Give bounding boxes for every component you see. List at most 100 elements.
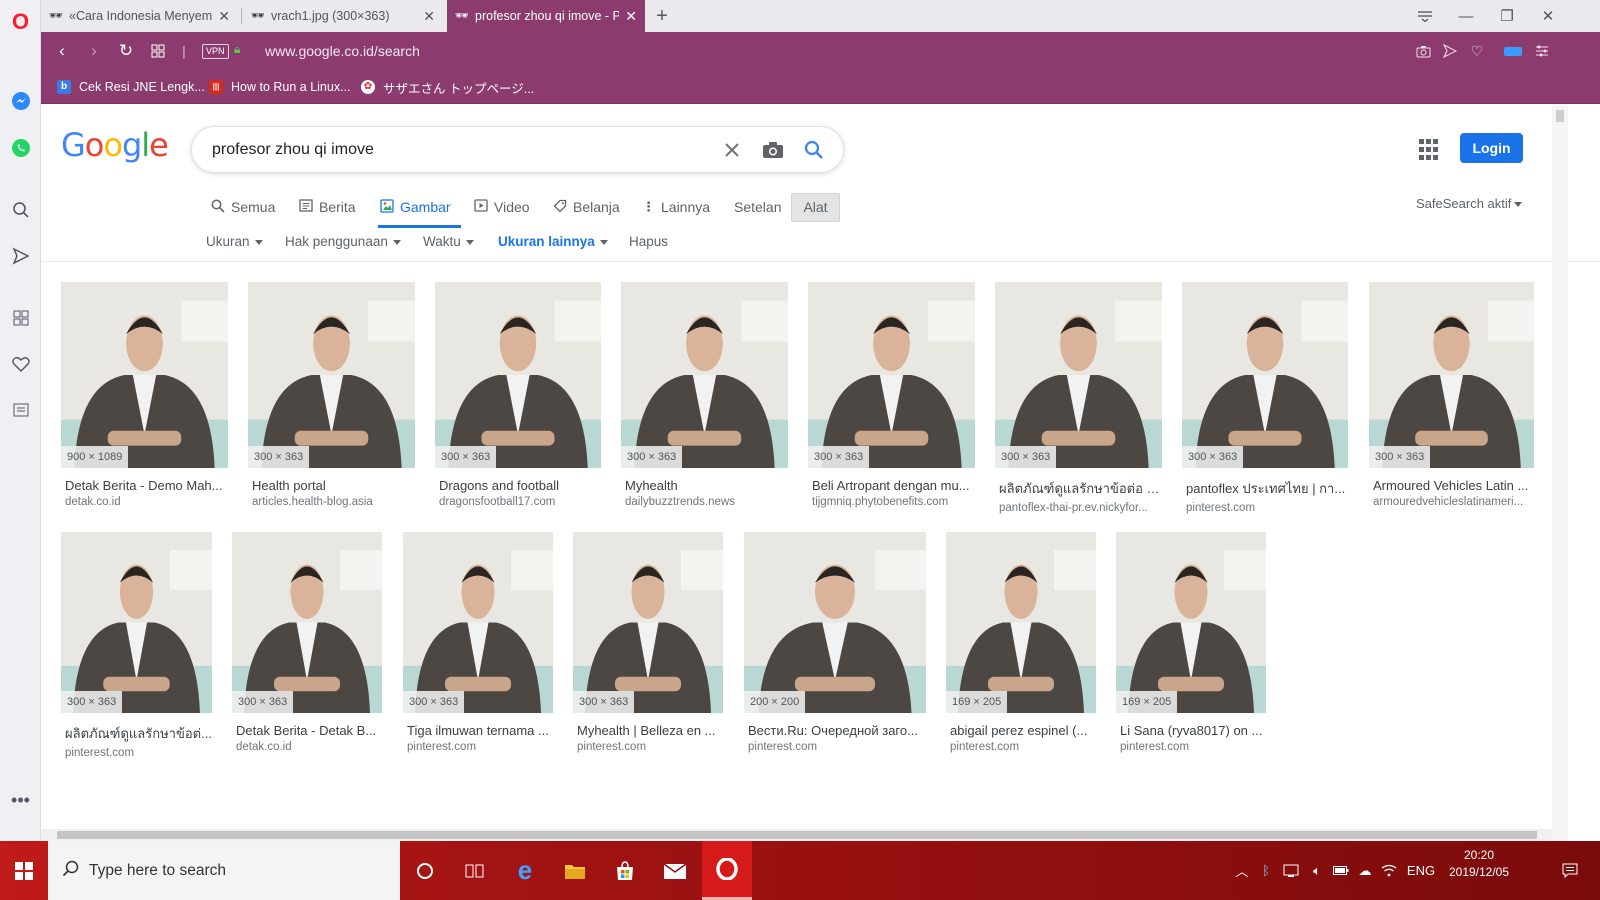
clear-filters-link[interactable]: Hapus — [629, 234, 668, 252]
result-source[interactable]: pinterest.com — [1116, 741, 1266, 753]
browser-tab-active[interactable]: 🕶︎ profesor zhou qi imove - Pe ✕ — [447, 0, 645, 32]
scrollbar-thumb[interactable] — [57, 831, 1537, 839]
result-source[interactable]: armouredvehicleslatinameri... — [1369, 496, 1534, 508]
filter-size[interactable]: Ukuran — [206, 234, 263, 252]
result-thumbnail[interactable]: 200 × 200 — [744, 532, 926, 713]
image-result[interactable]: 300 × 363 ผลิตภัณฑ์ดูแลรักษาข้อต่อ P... pa… — [995, 282, 1162, 514]
close-icon[interactable]: ✕ — [625, 8, 637, 25]
result-title[interactable]: Health portal — [248, 478, 415, 493]
tab-shopping[interactable]: Belanja — [553, 190, 620, 224]
browser-tab[interactable]: 🕶︎ vrach1.jpg (300×363) ✕ — [243, 0, 443, 32]
task-view-icon[interactable] — [450, 841, 500, 900]
close-icon[interactable]: ✕ — [218, 8, 230, 25]
edge-icon[interactable]: e — [500, 841, 550, 900]
cortana-icon[interactable] — [400, 841, 450, 900]
google-logo[interactable]: Google — [61, 126, 169, 164]
result-source[interactable]: detak.co.id — [61, 496, 228, 508]
clear-icon[interactable] — [716, 127, 748, 172]
bluetooth-icon[interactable]: ᛒ — [1256, 841, 1276, 900]
result-source[interactable]: detak.co.id — [232, 741, 382, 753]
vertical-scrollbar[interactable] — [1552, 104, 1568, 841]
result-title[interactable]: Detak Berita - Demo Mah... — [61, 478, 228, 493]
opera-taskbar-icon[interactable] — [702, 841, 752, 900]
minimize-button[interactable]: — — [1446, 0, 1486, 32]
image-result[interactable]: 169 × 205 abigail perez espinel (... pinte… — [946, 532, 1096, 753]
scrollbar-thumb[interactable] — [1556, 110, 1564, 122]
bookmark-item[interactable]: b Cek Resi JNE Lengk... — [57, 70, 205, 104]
result-source[interactable]: pinterest.com — [573, 741, 723, 753]
result-title[interactable]: Tiga ilmuwan ternama ... — [403, 723, 553, 738]
tab-all[interactable]: Semua — [211, 190, 275, 224]
result-thumbnail[interactable]: 900 × 1089 — [61, 282, 228, 468]
image-result[interactable]: 300 × 363 ผลิตภัณฑ์ดูแลรักษาข้อต่... pinte… — [61, 532, 212, 759]
result-source[interactable]: articles.health-blog.asia — [248, 496, 415, 508]
vpn-badge[interactable]: VPN — [202, 44, 229, 59]
onedrive-icon[interactable]: ☁︎ — [1354, 841, 1376, 900]
result-thumbnail[interactable]: 169 × 205 — [946, 532, 1096, 713]
messenger-icon[interactable] — [0, 86, 41, 116]
filter-usage-rights[interactable]: Hak penggunaan — [285, 234, 401, 252]
result-title[interactable]: abigail perez espinel (... — [946, 723, 1096, 738]
easy-setup-icon[interactable] — [1529, 32, 1555, 70]
speaker-icon[interactable]: 🔈︎ — [1306, 841, 1328, 900]
image-result[interactable]: 300 × 363 Myhealth dailybuzztrends.news — [621, 282, 788, 508]
news-icon[interactable] — [0, 395, 41, 425]
wifi-icon[interactable] — [1378, 841, 1400, 900]
image-result[interactable]: 300 × 363 pantoflex ประเทศไทย | กา... pint… — [1182, 282, 1348, 514]
lock-icon[interactable]: 🔒︎ — [234, 42, 240, 57]
network-device-icon[interactable] — [1280, 841, 1302, 900]
store-icon[interactable] — [600, 841, 650, 900]
search-input[interactable]: profesor zhou qi imove — [212, 127, 374, 172]
search-icon[interactable] — [798, 127, 830, 172]
reload-icon[interactable]: ↻ — [111, 32, 141, 70]
filter-more-sizes[interactable]: Ukuran lainnya — [498, 234, 608, 252]
language-indicator[interactable]: ENG — [1404, 841, 1438, 900]
bookmark-item[interactable]: ||| How to Run a Linux... — [209, 70, 351, 104]
image-result[interactable]: 300 × 363 Dragons and football dragonsfoot… — [435, 282, 601, 508]
horizontal-scrollbar[interactable] — [41, 829, 1552, 841]
result-title[interactable]: Armoured Vehicles Latin ... — [1369, 478, 1534, 493]
result-source[interactable]: dragonsfootball17.com — [435, 496, 601, 508]
speed-dial-icon[interactable] — [0, 303, 41, 333]
result-thumbnail[interactable]: 300 × 363 — [995, 282, 1162, 468]
opera-menu-icon[interactable]: O — [0, 7, 41, 37]
image-result[interactable]: 300 × 363 Beli Artropant dengan mu... tijg… — [808, 282, 975, 508]
battery-saver-icon[interactable] — [1500, 32, 1526, 70]
result-title[interactable]: Вести.Ru: Очередной заго... — [744, 723, 926, 738]
safesearch-dropdown[interactable]: SafeSearch aktif — [1416, 196, 1523, 211]
mail-icon[interactable] — [650, 841, 700, 900]
image-result[interactable]: 300 × 363 Health portal articles.health-bl… — [248, 282, 415, 508]
file-explorer-icon[interactable] — [550, 841, 600, 900]
filter-time[interactable]: Waktu — [423, 234, 474, 252]
send-icon[interactable] — [0, 241, 41, 271]
settings-link[interactable]: Setelan — [734, 190, 781, 224]
result-title[interactable]: Dragons and football — [435, 478, 601, 493]
result-title[interactable]: Myhealth | Belleza en ... — [573, 723, 723, 738]
tab-menu-icon[interactable] — [1405, 0, 1445, 32]
notifications-icon[interactable] — [1556, 841, 1584, 900]
result-title[interactable]: Detak Berita - Detak B... — [232, 723, 382, 738]
result-title[interactable]: Li Sana (ryva8017) on ... — [1116, 723, 1266, 738]
battery-icon[interactable] — [1330, 841, 1352, 900]
result-thumbnail[interactable]: 300 × 363 — [61, 532, 212, 713]
login-button[interactable]: Login — [1460, 133, 1523, 163]
restore-button[interactable]: ❐ — [1487, 0, 1527, 32]
image-result[interactable]: 300 × 363 Detak Berita - Detak B... detak.… — [232, 532, 382, 753]
result-source[interactable]: pinterest.com — [403, 741, 553, 753]
tab-video[interactable]: Video — [474, 190, 530, 224]
close-icon[interactable]: ✕ — [423, 8, 435, 25]
result-thumbnail[interactable]: 300 × 363 — [232, 532, 382, 713]
result-source[interactable]: pinterest.com — [946, 741, 1096, 753]
tab-images[interactable]: Gambar — [380, 190, 451, 224]
result-thumbnail[interactable]: 300 × 363 — [1369, 282, 1534, 468]
chevron-up-icon[interactable]: ︿ — [1232, 841, 1252, 900]
tools-button[interactable]: Alat — [791, 193, 840, 222]
clock[interactable]: 20:20 2019/12/05 — [1440, 847, 1518, 881]
result-source[interactable]: pinterest.com — [61, 747, 212, 759]
new-tab-button[interactable]: + — [647, 0, 677, 32]
result-source[interactable]: tijgmniq.phytobenefits.com — [808, 496, 975, 508]
result-thumbnail[interactable]: 300 × 363 — [808, 282, 975, 468]
result-thumbnail[interactable]: 300 × 363 — [573, 532, 723, 713]
result-thumbnail[interactable]: 300 × 363 — [435, 282, 601, 468]
tab-more[interactable]: ⋮ Lainnya — [642, 190, 710, 224]
